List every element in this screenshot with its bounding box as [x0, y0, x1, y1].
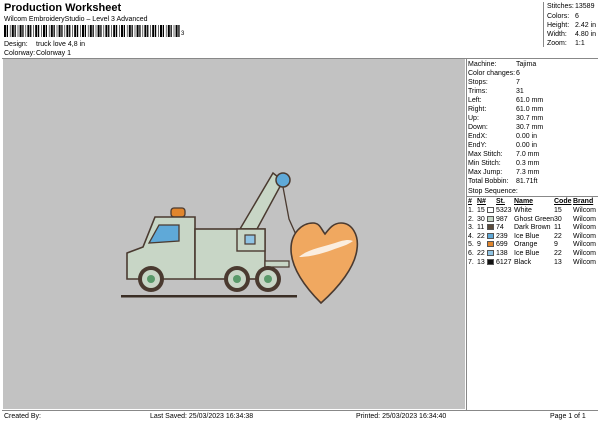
printed-date: Printed: 25/03/2023 16:34:40 — [356, 413, 447, 420]
thread-color-swatch — [487, 207, 494, 213]
design-value: truck love 4,8 in — [36, 41, 86, 48]
tow-cable — [282, 186, 298, 238]
stop-cell-st: 239 — [496, 232, 508, 240]
barcode — [4, 25, 180, 37]
stop-cell-brand: Wilcom — [573, 224, 596, 232]
width-value: 4.80 in — [575, 31, 597, 38]
stop-cell-code: 9 — [554, 241, 558, 249]
stop-cell-name: Black — [514, 258, 532, 266]
stop-cell-num: 2. — [468, 215, 474, 223]
stop-cell-num: 3. — [468, 224, 474, 232]
col-header-st: St. — [496, 198, 505, 205]
rear-wheel — [255, 266, 281, 292]
stop-cell-brand: Wilcom — [573, 232, 596, 240]
stop-cell-name: Ghost Green — [514, 215, 555, 223]
stop-cell-name: Dark Brown — [514, 224, 551, 232]
middle-wheel — [224, 266, 250, 292]
stop-cell-name: Ice Blue — [514, 232, 540, 240]
stop-cell-code: 15 — [554, 207, 562, 214]
tow-truck-heart-embroidery — [121, 171, 359, 305]
design-preview — [3, 59, 465, 409]
stop-cell-code: 11 — [554, 224, 562, 232]
ground-line — [121, 295, 297, 298]
thread-color-swatch — [487, 258, 494, 265]
stop-cell-name: White — [514, 207, 532, 214]
stop-cell-num: 6. — [468, 250, 474, 257]
col-header-brand: Brand — [573, 198, 594, 205]
stop-cell-st: 6127 — [496, 258, 512, 266]
stop-cell-brand: Wilcom — [573, 250, 596, 257]
stop-cell-n: 9 — [477, 241, 481, 249]
crane-window — [244, 234, 256, 245]
page-title: Production Worksheet — [4, 2, 122, 14]
stop-cell-n: 22 — [477, 232, 485, 240]
thread-color-swatch — [487, 241, 494, 248]
colors-label: Colors: — [547, 13, 570, 20]
col-header-n: N# — [477, 198, 486, 205]
stop-cell-code: 22 — [554, 250, 562, 257]
footer-divider — [2, 410, 598, 411]
colors-value: 6 — [575, 13, 579, 20]
stop-cell-st: 5323 — [496, 207, 512, 214]
stop-cell-n: 11 — [477, 224, 485, 232]
stop-cell-n: 13 — [477, 258, 485, 266]
colorway-value: Colorway 1 — [36, 50, 72, 57]
stop-cell-num: 5. — [468, 241, 474, 249]
stop-cell-name: Ice Blue — [514, 250, 540, 257]
stop-cell-num: 7. — [468, 258, 474, 266]
panel-divider — [466, 58, 467, 410]
zoom-value: 1:1 — [575, 40, 585, 47]
stitches-label: Stitches: — [547, 3, 574, 10]
crane-pulley — [275, 172, 291, 188]
design-label: Design: — [4, 41, 28, 48]
barcode-number: 3 — [181, 31, 185, 37]
stop-cell-num: 1. — [468, 207, 474, 214]
stop-sequence-title: Stop Sequence: — [468, 188, 518, 195]
width-label: Width: — [547, 31, 567, 38]
col-header-num: # — [468, 198, 472, 205]
summary-divider — [543, 2, 544, 47]
front-wheel — [138, 266, 164, 292]
stop-cell-n: 30 — [477, 215, 485, 223]
thread-color-swatch — [487, 215, 494, 222]
stop-cell-code: 22 — [554, 232, 562, 240]
heart — [290, 222, 359, 305]
stop-cell-n: 15 — [477, 207, 485, 214]
stop-cell-brand: Wilcom — [573, 258, 596, 266]
zoom-label: Zoom: — [547, 40, 567, 47]
col-header-code: Code — [554, 198, 572, 205]
thread-color-swatch — [487, 250, 494, 256]
thread-color-swatch — [487, 232, 494, 239]
stop-cell-num: 4. — [468, 232, 474, 240]
stop-cell-code: 30 — [554, 215, 562, 223]
height-label: Height: — [547, 22, 570, 29]
last-saved: Last Saved: 25/03/2023 16:34:38 — [150, 413, 254, 420]
colorway-label: Colorway: — [4, 50, 36, 57]
created-by: Created By: — [4, 413, 41, 420]
page-number: Page 1 of 1 — [550, 413, 586, 420]
col-header-name: Name — [514, 198, 534, 205]
stitches-value: 13589 — [575, 3, 595, 10]
stop-cell-name: Orange — [514, 241, 538, 249]
stop-cell-st: 138 — [496, 250, 508, 257]
stop-cell-brand: Wilcom — [573, 215, 596, 223]
stop-cell-st: 987 — [496, 215, 508, 223]
stop-cell-brand: Wilcom — [573, 207, 596, 214]
software-name: Wilcom EmbroideryStudio – Level 3 Advanc… — [4, 16, 148, 23]
stop-cell-brand: Wilcom — [573, 241, 596, 249]
thread-color-swatch — [487, 224, 494, 231]
stop-cell-code: 13 — [554, 258, 562, 266]
stop-sequence-table: # N# St. Name Code Brand 1. 15 5323 White 15… — [468, 196, 598, 276]
roof-light — [170, 207, 186, 218]
height-value: 2.42 in — [575, 22, 597, 29]
stop-cell-st: 74 — [496, 224, 504, 232]
stop-cell-n: 22 — [477, 250, 485, 257]
stop-cell-st: 699 — [496, 241, 508, 249]
